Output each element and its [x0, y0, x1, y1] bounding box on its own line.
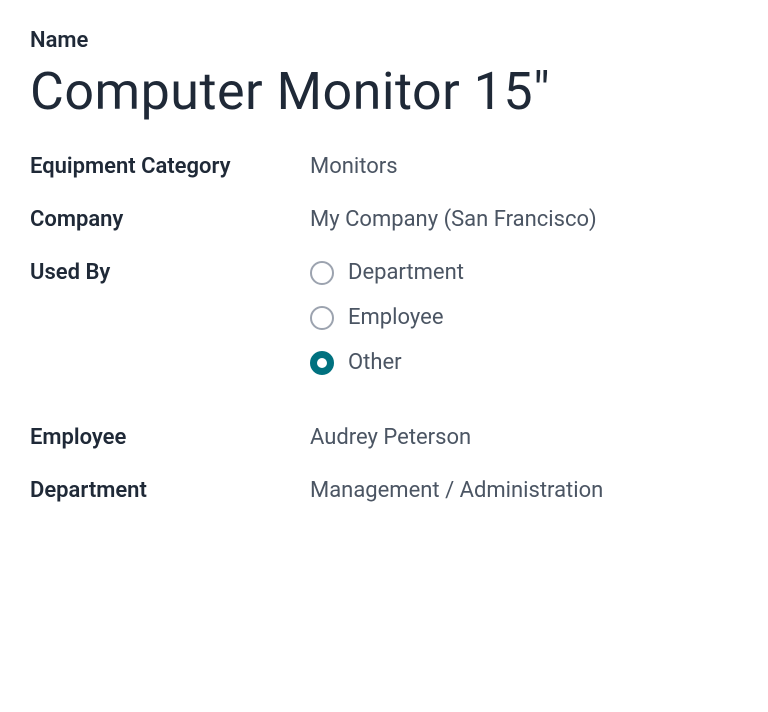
equipment-category-row: Equipment Category Monitors: [30, 154, 738, 179]
employee-label: Employee: [30, 425, 310, 450]
name-label: Name: [30, 28, 738, 53]
radio-option-other[interactable]: Other: [310, 350, 464, 375]
company-row: Company My Company (San Francisco): [30, 207, 738, 232]
department-label: Department: [30, 478, 310, 503]
equipment-category-label: Equipment Category: [30, 154, 310, 179]
equipment-category-value[interactable]: Monitors: [310, 154, 398, 179]
employee-value[interactable]: Audrey Peterson: [310, 425, 471, 450]
radio-label-department: Department: [348, 260, 464, 285]
company-label: Company: [30, 207, 310, 232]
radio-label-employee: Employee: [348, 305, 444, 330]
radio-option-employee[interactable]: Employee: [310, 305, 464, 330]
radio-icon: [310, 261, 334, 285]
used-by-radio-group: Department Employee Other: [310, 260, 464, 375]
used-by-label: Used By: [30, 260, 310, 285]
department-row: Department Management / Administration: [30, 478, 738, 503]
radio-icon: [310, 306, 334, 330]
company-value[interactable]: My Company (San Francisco): [310, 207, 597, 232]
department-value[interactable]: Management / Administration: [310, 478, 603, 503]
radio-icon-selected: [310, 351, 334, 375]
radio-label-other: Other: [348, 350, 402, 375]
name-value[interactable]: Computer Monitor 15": [30, 61, 738, 122]
used-by-row: Used By Department Employee Other: [30, 260, 738, 375]
radio-option-department[interactable]: Department: [310, 260, 464, 285]
employee-row: Employee Audrey Peterson: [30, 425, 738, 450]
